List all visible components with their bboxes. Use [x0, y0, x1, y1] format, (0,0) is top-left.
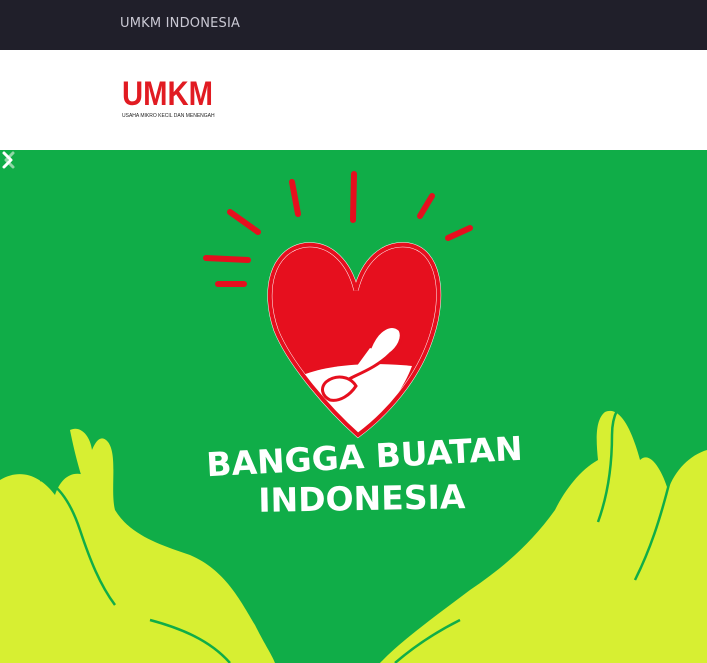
headline-line-2: INDONESIA	[258, 477, 466, 520]
top-bar: UMKM INDONESIA	[0, 0, 707, 50]
headline: BANGGA BUATAN INDONESIA	[205, 429, 523, 520]
heart-illustration	[267, 242, 442, 439]
logo-word: UMKM	[122, 75, 213, 113]
hero-banner-image: BANGGA BUATAN INDONESIA	[0, 171, 707, 663]
site-header: UMKM USAHA MIKRO KECIL DAN MENENGAH	[0, 50, 707, 150]
hero-slider: BANGGA BUATAN INDONESIA	[0, 150, 707, 663]
site-name[interactable]: UMKM INDONESIA	[120, 16, 240, 31]
headline-line-1: BANGGA BUATAN	[205, 429, 523, 485]
umkm-logo[interactable]: UMKM USAHA MIKRO KECIL DAN MENENGAH	[120, 77, 216, 125]
chevron-right-icon[interactable]	[0, 150, 14, 170]
logo-tagline: USAHA MIKRO KECIL DAN MENENGAH	[122, 113, 215, 119]
